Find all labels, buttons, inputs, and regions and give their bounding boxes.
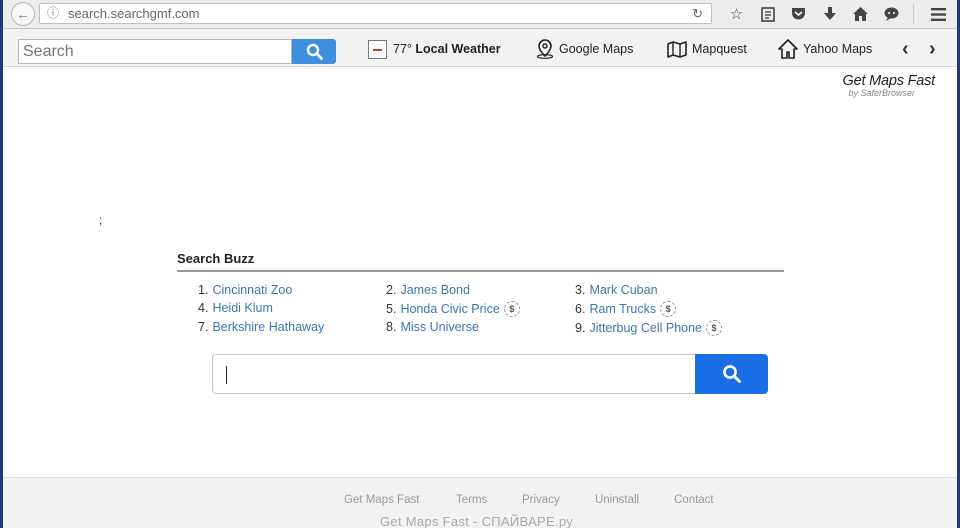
brand-title: Get Maps Fast xyxy=(842,73,936,89)
sponsored-dollar-icon: $ xyxy=(503,301,520,317)
buzz-item-number: 9. xyxy=(575,321,586,335)
download-icon[interactable] xyxy=(814,4,845,24)
buzz-item: 5. Honda Civic Price $ xyxy=(386,301,520,317)
buzz-item-number: 7. xyxy=(198,320,209,334)
buzz-item-number: 1. xyxy=(198,283,209,297)
sponsored-dollar-icon: $ xyxy=(706,320,723,336)
weather-temp: 77° xyxy=(393,42,412,56)
buzz-item-link[interactable]: Jitterbug Cell Phone xyxy=(589,321,702,335)
buzz-item: 9. Jitterbug Cell Phone $ xyxy=(575,320,723,336)
toolbar-search-input[interactable] xyxy=(18,39,292,64)
weather-icon xyxy=(368,39,387,59)
footer-link-privacy[interactable]: Privacy xyxy=(522,494,560,506)
sponsored-dollar-icon: $ xyxy=(660,301,677,317)
yahoo-maps-label: Yahoo Maps xyxy=(803,42,873,56)
search-icon xyxy=(722,365,741,383)
footer-link-uninstall[interactable]: Uninstall xyxy=(595,494,639,506)
buzz-item-number: 5. xyxy=(386,302,397,316)
bookmark-star-icon[interactable]: ☆ xyxy=(721,4,752,24)
text-cursor xyxy=(226,366,227,384)
scroll-right-icon[interactable]: › xyxy=(929,38,936,61)
watermark-text: Get Maps Fast - СПАЙВАРЕ.ру xyxy=(380,514,574,528)
buzz-item-link[interactable]: Cincinnati Zoo xyxy=(212,283,292,297)
browser-window: ← ⓘ search.searchgmf.com ↻ ☆ Search 77° … xyxy=(3,0,957,528)
footer-link-get-maps-fast[interactable]: Get Maps Fast xyxy=(344,494,419,506)
extension-toolbar: 77° Local Weather Google Maps Mapquest Y… xyxy=(3,29,957,67)
main-search-button[interactable] xyxy=(695,354,768,394)
local-weather-button[interactable]: 77° Local Weather xyxy=(368,39,501,59)
chat-icon[interactable] xyxy=(876,4,907,24)
pocket-icon[interactable] xyxy=(783,4,814,24)
buzz-item-link[interactable]: Honda Civic Price xyxy=(400,302,499,316)
reload-icon[interactable]: ↻ xyxy=(692,4,703,23)
buzz-item-number: 8. xyxy=(386,320,397,334)
back-arrow-icon[interactable]: ← xyxy=(11,2,35,26)
buzz-item: 4. Heidi Klum xyxy=(198,301,273,315)
buzz-item-link[interactable]: Miss Universe xyxy=(400,320,479,334)
scroll-left-icon[interactable]: ‹ xyxy=(902,38,909,61)
mapquest-button[interactable]: Mapquest xyxy=(667,39,747,59)
buzz-item-number: 6. xyxy=(575,302,586,316)
folded-map-icon xyxy=(667,40,687,58)
yahoo-maps-button[interactable]: Yahoo Maps xyxy=(778,39,872,59)
house-icon xyxy=(778,39,798,59)
buzz-item-number: 2. xyxy=(386,283,397,297)
info-icon[interactable]: ⓘ xyxy=(47,4,59,23)
buzz-item: 7. Berkshire Hathaway xyxy=(198,320,324,334)
footer-link-contact[interactable]: Contact xyxy=(674,494,714,506)
toolbar-search-button[interactable] xyxy=(292,39,336,64)
buzz-item-link[interactable]: Mark Cuban xyxy=(589,283,657,297)
google-maps-label: Google Maps xyxy=(559,42,634,56)
search-buzz-divider xyxy=(177,270,784,272)
buzz-item-number: 3. xyxy=(575,283,586,297)
google-maps-button[interactable]: Google Maps xyxy=(536,39,633,59)
home-icon[interactable] xyxy=(845,4,876,24)
buzz-item-link[interactable]: Heidi Klum xyxy=(212,301,272,315)
browser-action-icons: ☆ xyxy=(721,4,954,24)
reading-list-icon[interactable] xyxy=(752,4,783,24)
brand-logo: Get Maps Fast by SaferBrowser xyxy=(843,73,936,98)
main-search-input[interactable] xyxy=(212,354,695,394)
buzz-item: 3. Mark Cuban xyxy=(575,283,658,297)
menu-icon[interactable] xyxy=(923,4,954,24)
address-bar[interactable]: ⓘ search.searchgmf.com ↻ xyxy=(39,3,712,24)
footer-link-terms[interactable]: Terms xyxy=(456,494,487,506)
buzz-item: 2. James Bond xyxy=(386,283,470,297)
buzz-item-number: 4. xyxy=(198,301,209,315)
search-icon xyxy=(306,43,323,60)
buzz-item: 1. Cincinnati Zoo xyxy=(198,283,292,297)
browser-navigation-bar: ← ⓘ search.searchgmf.com ↻ ☆ xyxy=(3,0,957,29)
brand-subtitle: by SaferBrowser xyxy=(848,88,915,98)
toolbar-divider xyxy=(913,4,914,24)
buzz-item: 8. Miss Universe xyxy=(386,320,479,334)
buzz-item-link[interactable]: Ram Trucks xyxy=(589,302,656,316)
url-text: search.searchgmf.com xyxy=(68,6,200,21)
weather-label: Local Weather xyxy=(415,42,501,56)
page-footer: Get Maps Fast Terms Privacy Uninstall Co… xyxy=(3,477,957,528)
mapquest-label: Mapquest xyxy=(692,42,747,56)
buzz-item-link[interactable]: James Bond xyxy=(400,283,469,297)
stray-mark: ; xyxy=(99,213,103,227)
map-pin-icon xyxy=(536,39,554,59)
buzz-item-link[interactable]: Berkshire Hathaway xyxy=(212,320,324,334)
search-buzz-heading: Search Buzz xyxy=(177,251,255,266)
buzz-item: 6. Ram Trucks $ xyxy=(575,301,677,317)
